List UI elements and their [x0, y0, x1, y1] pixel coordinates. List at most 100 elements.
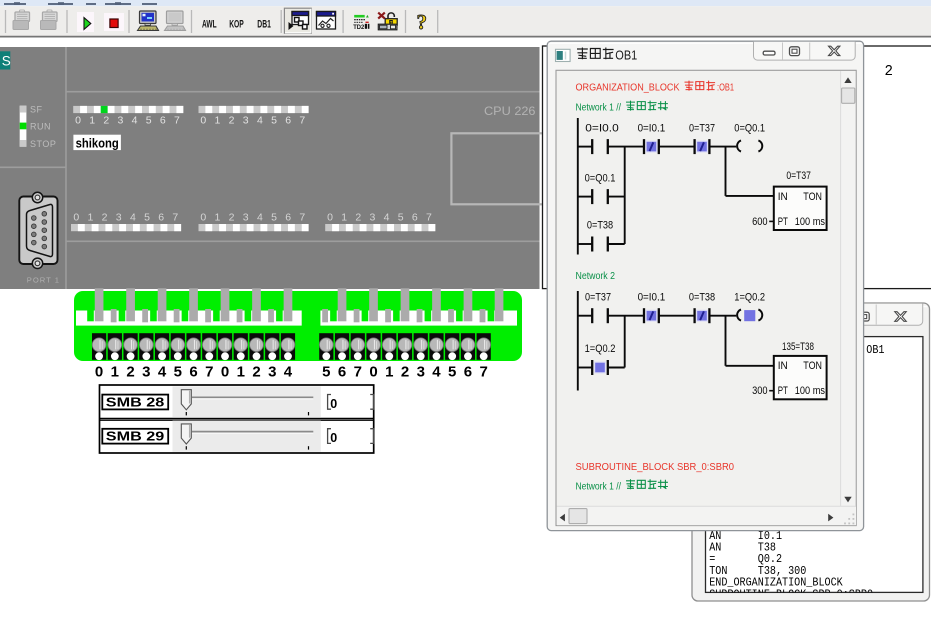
svg-text:0=I0.1: 0=I0.1: [638, 291, 666, 303]
svg-text:7: 7: [426, 212, 432, 224]
svg-text:1=Q0.2: 1=Q0.2: [734, 291, 765, 303]
svg-text:0=T38: 0=T38: [587, 220, 613, 232]
svg-text:3: 3: [116, 212, 122, 224]
svg-text:5: 5: [398, 212, 404, 224]
svg-text:2: 2: [885, 63, 894, 80]
svg-text:300: 300: [752, 385, 768, 397]
svg-text:STOP: STOP: [30, 139, 56, 149]
svg-text:0: 0: [73, 212, 79, 224]
svg-text:5: 5: [322, 364, 330, 381]
svg-text:OB1: OB1: [866, 343, 884, 357]
svg-text:DB1: DB1: [257, 19, 271, 31]
svg-text:2: 2: [252, 364, 260, 381]
svg-text:4: 4: [432, 364, 441, 381]
svg-text:?: ?: [417, 10, 428, 34]
svg-text:4: 4: [158, 364, 167, 381]
svg-text:SF: SF: [30, 105, 43, 115]
svg-text:RUN: RUN: [30, 121, 51, 131]
svg-text:7: 7: [480, 364, 488, 381]
svg-text:0=T37: 0=T37: [689, 122, 715, 134]
svg-text:4: 4: [132, 114, 138, 126]
svg-text:OB1: OB1: [615, 47, 637, 62]
svg-text:4: 4: [384, 212, 390, 224]
svg-text:6: 6: [285, 212, 291, 224]
svg-text:0=T38: 0=T38: [689, 291, 715, 303]
svg-text:Network 2: Network 2: [576, 271, 616, 282]
svg-text:1: 1: [341, 212, 347, 224]
svg-text:2: 2: [126, 364, 134, 381]
svg-text:KOP: KOP: [229, 19, 244, 31]
svg-text:600: 600: [752, 216, 768, 228]
svg-text:4: 4: [130, 212, 136, 224]
svg-text:S: S: [2, 54, 11, 69]
svg-text:ORGANIZATION_BLOCK: ORGANIZATION_BLOCK: [576, 83, 680, 94]
svg-text:0=I0.0: 0=I0.0: [585, 122, 619, 134]
svg-text:1: 1: [237, 364, 245, 381]
svg-text:6: 6: [464, 364, 472, 381]
svg-text:IN: IN: [778, 360, 788, 372]
svg-text:1: 1: [89, 114, 95, 126]
svg-text:7: 7: [172, 212, 178, 224]
svg-text:6: 6: [285, 114, 291, 126]
svg-text:AWL: AWL: [202, 19, 217, 31]
svg-text:2: 2: [102, 212, 108, 224]
svg-text:135=T38: 135=T38: [782, 341, 814, 353]
svg-text:0=T37: 0=T37: [585, 291, 611, 303]
svg-text:2: 2: [401, 364, 409, 381]
svg-text:0: 0: [200, 114, 206, 126]
svg-text:6: 6: [160, 114, 166, 126]
svg-text:5: 5: [271, 114, 277, 126]
svg-text:7: 7: [205, 364, 213, 381]
svg-text:7: 7: [299, 212, 305, 224]
svg-text:7: 7: [354, 364, 362, 381]
svg-text:Network 1 //: Network 1 //: [576, 103, 622, 114]
svg-text:2: 2: [355, 212, 361, 224]
svg-text:3: 3: [243, 114, 249, 126]
svg-text:1: 1: [385, 364, 393, 381]
svg-text:3: 3: [369, 212, 375, 224]
svg-text:2: 2: [229, 212, 235, 224]
svg-text:0: 0: [327, 212, 333, 224]
svg-text:SMB 29: SMB 29: [106, 430, 165, 444]
svg-text:100 ms: 100 ms: [795, 385, 826, 397]
svg-text:100 ms: 100 ms: [795, 216, 826, 228]
svg-text:PT: PT: [778, 216, 788, 228]
svg-text:3: 3: [417, 364, 425, 381]
svg-text:0: 0: [330, 397, 337, 411]
svg-text:3: 3: [142, 364, 150, 381]
svg-text:PT: PT: [778, 385, 788, 397]
svg-text:0=T37: 0=T37: [786, 170, 811, 182]
svg-text:1=Q0.2: 1=Q0.2: [585, 343, 616, 355]
svg-text:0: 0: [330, 431, 337, 445]
svg-text:0: 0: [200, 212, 206, 224]
svg-text:6: 6: [189, 364, 197, 381]
svg-text:3: 3: [268, 364, 276, 381]
svg-text:3: 3: [243, 212, 249, 224]
svg-text:5: 5: [174, 364, 182, 381]
svg-text:0=I0.1: 0=I0.1: [638, 122, 666, 134]
svg-text:CPU 226: CPU 226: [484, 104, 536, 118]
svg-text:0: 0: [369, 364, 377, 381]
svg-text:5: 5: [271, 212, 277, 224]
svg-text:7: 7: [299, 114, 305, 126]
svg-text:0=Q0.1: 0=Q0.1: [585, 172, 616, 184]
svg-text:5: 5: [448, 364, 456, 381]
svg-text:4: 4: [257, 114, 263, 126]
svg-text:1: 1: [215, 212, 221, 224]
svg-text:0: 0: [95, 364, 103, 381]
svg-text:PORT 1: PORT 1: [27, 275, 60, 284]
svg-text:TON: TON: [803, 191, 822, 203]
svg-text:shikong: shikong: [76, 135, 119, 150]
svg-text::OB1: :OB1: [717, 83, 734, 94]
svg-text:Network 1 //: Network 1 //: [576, 481, 622, 492]
svg-text:SMB 28: SMB 28: [106, 396, 165, 410]
svg-text:2: 2: [229, 114, 235, 126]
svg-text:3: 3: [117, 114, 123, 126]
svg-text:6: 6: [412, 212, 418, 224]
svg-text:2: 2: [103, 114, 109, 126]
svg-text:0=Q0.1: 0=Q0.1: [734, 122, 765, 134]
svg-text:6: 6: [338, 364, 346, 381]
svg-text:0: 0: [221, 364, 229, 381]
svg-text:5: 5: [144, 212, 150, 224]
svg-text:7: 7: [174, 114, 180, 126]
